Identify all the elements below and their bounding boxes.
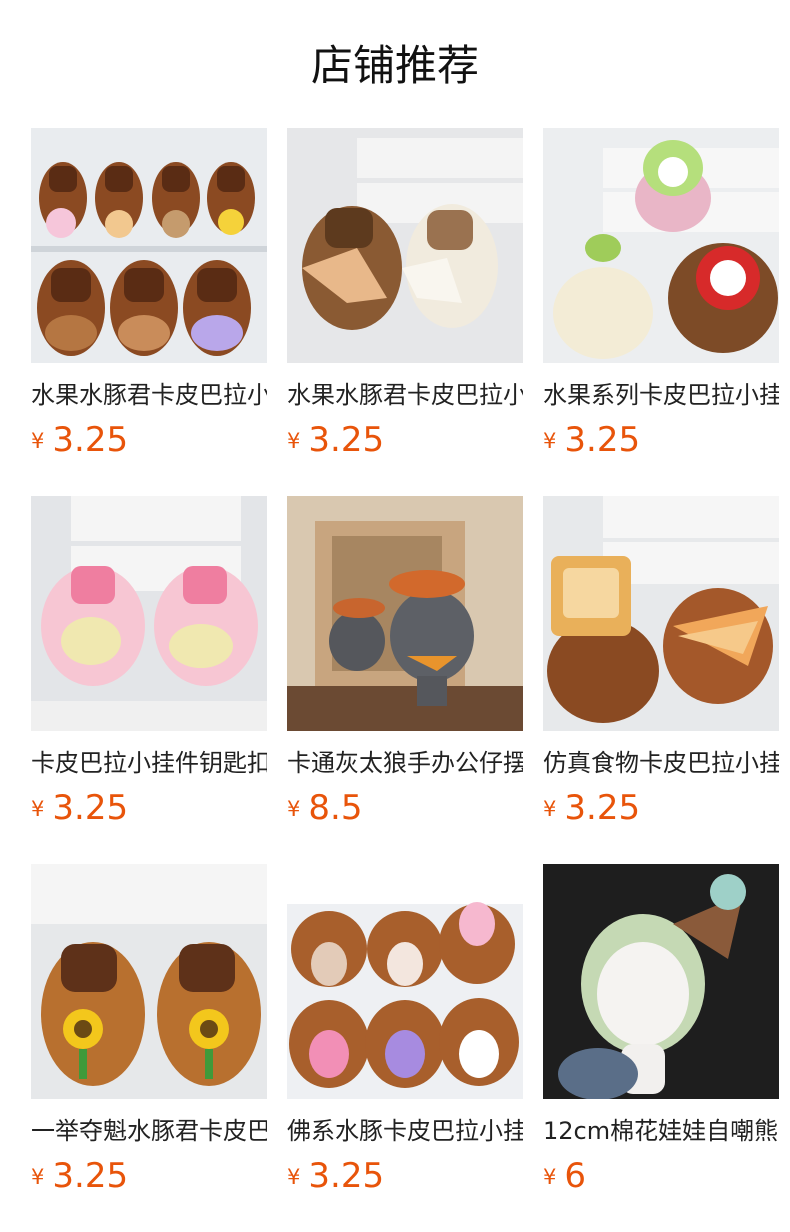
product-name[interactable]: 仿真食物卡皮巴拉小挂件	[543, 746, 779, 780]
currency-symbol: ¥	[287, 429, 301, 453]
product-card[interactable]: 卡通灰太狼手办公仔摆件 ¥8.5	[287, 496, 523, 830]
product-image[interactable]	[287, 864, 523, 1099]
product-image[interactable]	[287, 128, 523, 363]
product-card[interactable]: 佛系水豚卡皮巴拉小挂件 ¥3.25	[287, 864, 523, 1198]
currency-symbol: ¥	[31, 429, 45, 453]
product-name[interactable]: 卡通灰太狼手办公仔摆件	[287, 746, 523, 780]
product-price: ¥3.25	[287, 1154, 523, 1198]
product-image[interactable]	[287, 496, 523, 731]
product-image[interactable]	[31, 864, 267, 1099]
currency-symbol: ¥	[543, 1165, 557, 1189]
price-value: 3.25	[564, 788, 641, 828]
price-value: 3.25	[52, 420, 129, 460]
currency-symbol: ¥	[287, 797, 301, 821]
currency-symbol: ¥	[543, 429, 557, 453]
product-card[interactable]: 12cm棉花娃娃自嘲熊挂件 ¥6	[543, 864, 779, 1198]
product-name[interactable]: 卡皮巴拉小挂件钥匙扣	[31, 746, 267, 780]
price-value: 3.25	[564, 420, 641, 460]
product-name[interactable]: 一举夺魁水豚君卡皮巴拉	[31, 1114, 267, 1148]
product-card[interactable]: 水果水豚君卡皮巴拉小挂件 ¥3.25	[287, 128, 523, 462]
price-value: 6	[564, 1156, 587, 1196]
price-value: 3.25	[308, 420, 385, 460]
currency-symbol: ¥	[31, 797, 45, 821]
product-name[interactable]: 佛系水豚卡皮巴拉小挂件	[287, 1114, 523, 1148]
product-price: ¥3.25	[287, 418, 523, 462]
product-card[interactable]: 一举夺魁水豚君卡皮巴拉 ¥3.25	[31, 864, 267, 1198]
product-name[interactable]: 水果水豚君卡皮巴拉小挂件	[287, 378, 523, 412]
product-price: ¥6	[543, 1154, 779, 1198]
section-title: 店铺推荐	[310, 41, 479, 90]
product-price: ¥8.5	[287, 786, 523, 830]
currency-symbol: ¥	[31, 1165, 45, 1189]
product-image[interactable]	[31, 496, 267, 731]
product-image[interactable]	[543, 864, 779, 1099]
product-price: ¥3.25	[31, 418, 267, 462]
product-price: ¥3.25	[543, 786, 779, 830]
price-value: 3.25	[308, 1156, 385, 1196]
product-name[interactable]: 水果系列卡皮巴拉小挂件	[543, 378, 779, 412]
product-image[interactable]	[543, 496, 779, 731]
product-name[interactable]: 12cm棉花娃娃自嘲熊挂件	[543, 1114, 779, 1148]
product-price: ¥3.25	[543, 418, 779, 462]
product-image[interactable]	[31, 128, 267, 363]
product-price: ¥3.25	[31, 786, 267, 830]
product-card[interactable]: 水果系列卡皮巴拉小挂件 ¥3.25	[543, 128, 779, 462]
currency-symbol: ¥	[543, 797, 557, 821]
product-card[interactable]: 水果水豚君卡皮巴拉小挂件 ¥3.25	[31, 128, 267, 462]
price-value: 3.25	[52, 1156, 129, 1196]
product-price: ¥3.25	[31, 1154, 267, 1198]
product-card[interactable]: 仿真食物卡皮巴拉小挂件 ¥3.25	[543, 496, 779, 830]
product-image[interactable]	[543, 128, 779, 363]
product-name[interactable]: 水果水豚君卡皮巴拉小挂件	[31, 378, 267, 412]
product-card[interactable]: 卡皮巴拉小挂件钥匙扣 ¥3.25	[31, 496, 267, 830]
price-value: 8.5	[308, 788, 363, 828]
price-value: 3.25	[52, 788, 129, 828]
currency-symbol: ¥	[287, 1165, 301, 1189]
